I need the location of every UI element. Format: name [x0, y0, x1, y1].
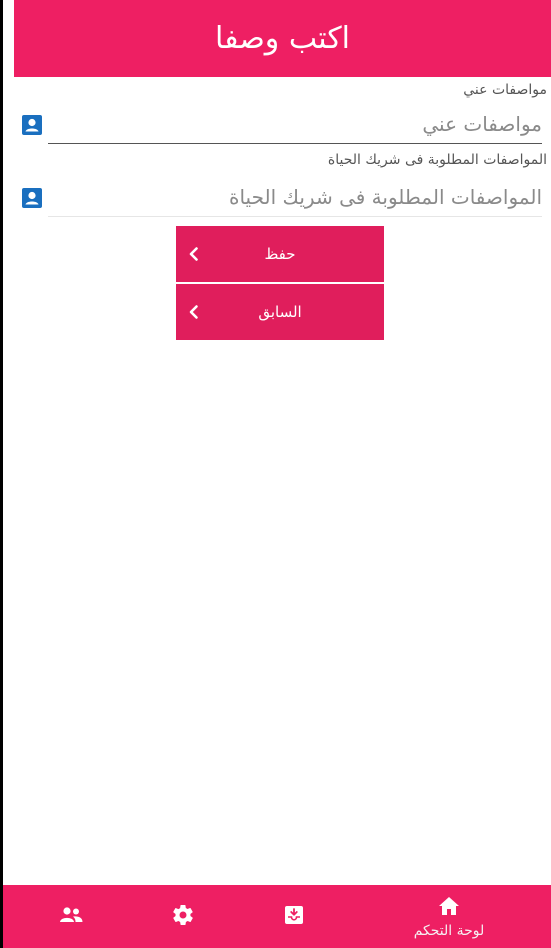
about-me-underline	[48, 143, 542, 144]
partner-field	[20, 178, 542, 218]
chevron-left-icon	[184, 244, 204, 264]
contact-card-icon	[20, 186, 44, 210]
left-edge	[0, 0, 3, 948]
people-icon	[58, 904, 84, 930]
gear-icon	[171, 903, 195, 931]
page-title: اكتب وصفا	[215, 21, 350, 56]
partner-underline	[48, 216, 542, 217]
about-me-label: مواصفات عني	[463, 82, 547, 98]
bottom-navigation: لوحة التحكم	[3, 885, 551, 948]
nav-settings[interactable]	[133, 885, 233, 948]
nav-dashboard[interactable]: لوحة التحكم	[399, 885, 499, 948]
app-header: اكتب وصفا	[14, 0, 551, 77]
contact-card-icon	[20, 113, 44, 137]
nav-people[interactable]	[21, 885, 121, 948]
inbox-icon	[282, 903, 306, 931]
nav-dashboard-label: لوحة التحكم	[413, 922, 485, 939]
save-button-label: حفظ	[264, 245, 296, 263]
about-me-field	[20, 105, 542, 145]
chevron-left-icon	[184, 302, 204, 322]
partner-input[interactable]	[48, 178, 542, 216]
previous-button[interactable]: السابق	[176, 284, 384, 340]
nav-inbox[interactable]	[244, 885, 344, 948]
about-me-input[interactable]	[48, 105, 542, 143]
home-icon	[437, 895, 461, 921]
previous-button-label: السابق	[258, 303, 302, 321]
partner-label: المواصفات المطلوبة فى شريك الحياة	[327, 152, 547, 168]
save-button[interactable]: حفظ	[176, 226, 384, 282]
